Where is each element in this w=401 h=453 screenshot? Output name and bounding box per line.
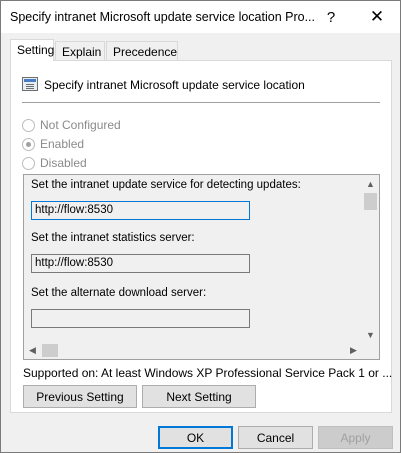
cancel-button[interactable]: Cancel xyxy=(238,426,313,449)
radio-label: Enabled xyxy=(40,137,85,151)
supported-on-value: At least Windows XP Professional Service… xyxy=(101,366,393,380)
ok-button[interactable]: OK xyxy=(158,426,233,449)
apply-button[interactable]: Apply xyxy=(318,426,393,449)
horizontal-scrollbar[interactable]: ◀ ▶ xyxy=(24,342,364,359)
radio-disabled[interactable]: Disabled xyxy=(22,155,87,171)
radio-circle xyxy=(22,156,35,170)
tab-setting[interactable]: Setting xyxy=(10,39,54,61)
radio-enabled[interactable]: Enabled xyxy=(22,136,84,152)
options-box: Set the intranet update service for dete… xyxy=(23,174,380,360)
close-button[interactable]: ✕ xyxy=(354,1,400,33)
tab-precedence[interactable]: Precedence xyxy=(106,41,178,61)
previous-setting-button[interactable]: Previous Setting xyxy=(23,385,137,408)
statistics-server-label: Set the intranet statistics server: xyxy=(31,232,195,244)
title-bar: Specify intranet Microsoft update servic… xyxy=(1,1,400,33)
statistics-server-input[interactable]: http://flow:8530 xyxy=(31,254,250,273)
scroll-thumb[interactable] xyxy=(42,344,58,357)
radio-circle-checked xyxy=(22,137,35,151)
radio-not-configured[interactable]: Not Configured xyxy=(22,117,121,133)
next-setting-button[interactable]: Next Setting xyxy=(142,385,256,408)
scroll-corner xyxy=(362,342,379,359)
vertical-scrollbar[interactable]: ▲ ▼ xyxy=(362,175,379,343)
window-title: Specify intranet Microsoft update servic… xyxy=(10,10,316,24)
policy-name: Specify intranet Microsoft update servic… xyxy=(44,78,305,92)
scroll-thumb[interactable] xyxy=(364,193,377,210)
scroll-right-icon[interactable]: ▶ xyxy=(345,342,362,359)
alternate-download-input[interactable] xyxy=(31,309,250,328)
setting-panel: Specify intranet Microsoft update servic… xyxy=(10,60,392,413)
supported-on-label: Supported on: xyxy=(23,366,99,380)
policy-dialog: Specify intranet Microsoft update servic… xyxy=(0,0,401,453)
radio-label: Disabled xyxy=(40,156,87,170)
scroll-up-icon[interactable]: ▲ xyxy=(362,175,379,192)
alternate-download-label: Set the alternate download server: xyxy=(31,287,207,299)
scroll-down-icon[interactable]: ▼ xyxy=(362,326,379,343)
help-button[interactable]: ? xyxy=(308,1,354,33)
divider xyxy=(22,102,380,103)
update-service-label: Set the intranet update service for dete… xyxy=(31,179,301,191)
tab-explain[interactable]: Explain xyxy=(55,41,105,61)
scroll-left-icon[interactable]: ◀ xyxy=(24,342,41,359)
update-service-input[interactable]: http://flow:8530 xyxy=(31,201,250,220)
radio-label: Not Configured xyxy=(40,118,121,132)
radio-circle xyxy=(22,118,35,132)
policy-icon xyxy=(22,77,38,91)
